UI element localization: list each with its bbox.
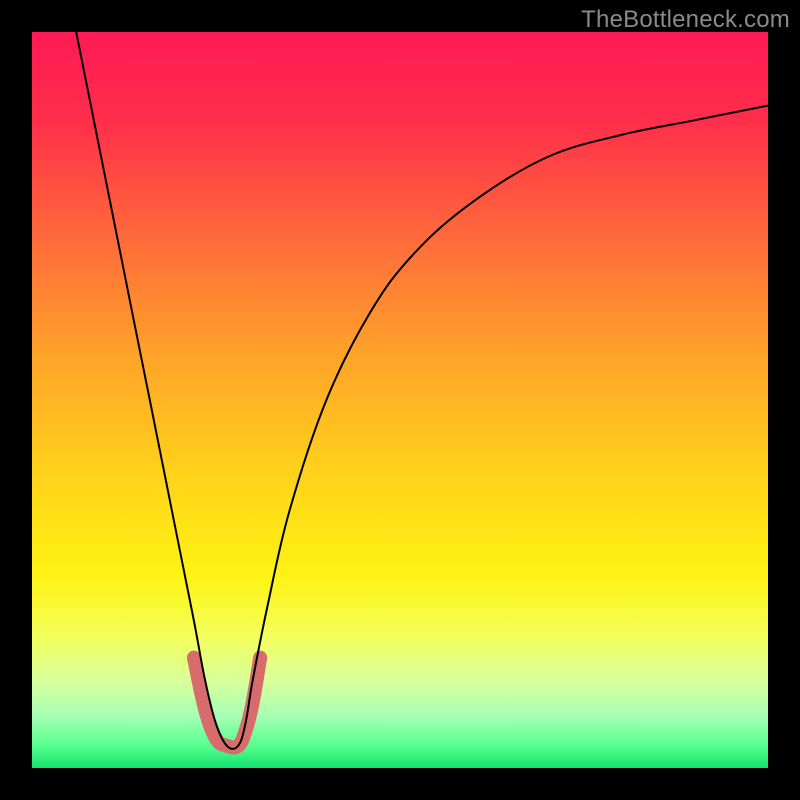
chart-frame: TheBottleneck.com (0, 0, 800, 800)
watermark-text: TheBottleneck.com (581, 6, 790, 34)
plot-area (32, 32, 768, 768)
bottleneck-curve (76, 32, 768, 749)
curve-layer (32, 32, 768, 768)
